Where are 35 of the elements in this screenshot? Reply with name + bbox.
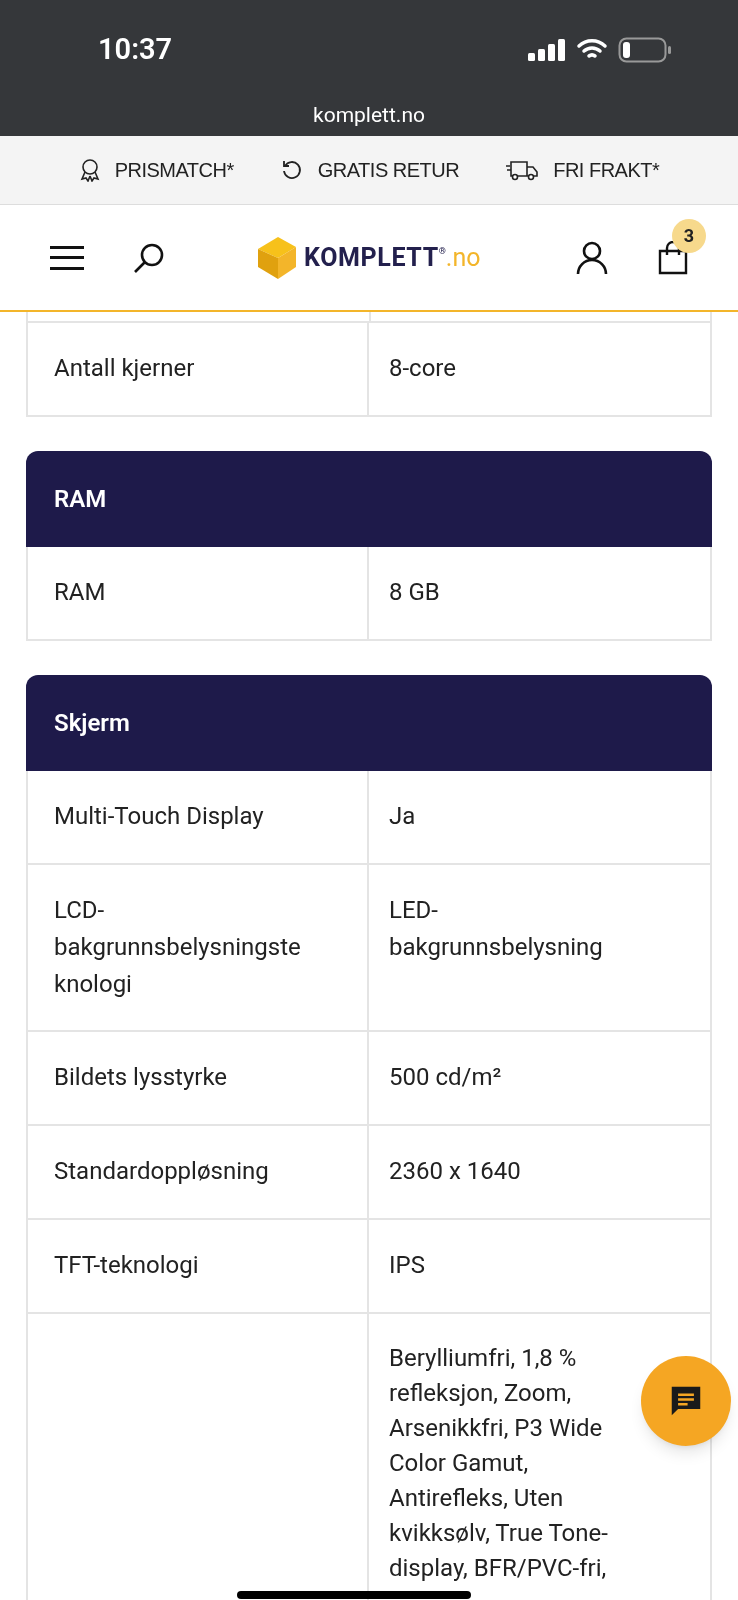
clock: 10:37 bbox=[98, 31, 173, 69]
spec-label: Multi-Touch Display bbox=[54, 801, 265, 832]
section-title: RAM bbox=[54, 484, 107, 515]
promo-label: GRATIS RETUR bbox=[317, 158, 460, 183]
spec-value: IPS bbox=[389, 1250, 426, 1281]
logo-icon bbox=[258, 236, 296, 279]
award-icon bbox=[78, 158, 101, 182]
promo-label: FRI FRAKT* bbox=[553, 158, 660, 183]
spec-value: 2360 x 1640 bbox=[389, 1156, 522, 1187]
spec-label: Antall kjerner bbox=[54, 353, 196, 384]
spec-value: 500 cd/m² bbox=[389, 1062, 503, 1093]
battery-icon bbox=[618, 37, 672, 63]
shopping-bag-icon[interactable] bbox=[658, 240, 688, 275]
user-icon[interactable] bbox=[576, 240, 608, 275]
site-logo[interactable]: KOMPLETT®.no bbox=[258, 236, 481, 279]
menu-icon[interactable] bbox=[50, 245, 84, 270]
logo-text: KOMPLETT bbox=[304, 241, 439, 274]
spec-label: Bildets lysstyrke bbox=[54, 1062, 229, 1093]
promo-label: PRISMATCH* bbox=[114, 158, 234, 183]
spec-value: 8-core bbox=[389, 353, 457, 384]
spec-value: 8 GB bbox=[389, 577, 441, 608]
spec-label: RAM bbox=[54, 577, 107, 608]
logo-suffix: .no bbox=[445, 241, 481, 274]
spec-label: TFT-teknologi bbox=[54, 1250, 200, 1281]
truck-icon bbox=[505, 158, 540, 182]
spec-value: Berylliumfri, 1,8 % refleksjon, Zoom, Arsenikkfri, P3 Wide Color Gamut, Antirefleks, Uten kvikksølv, True Tone-display, BFR/PVC-fri, bbox=[389, 1343, 609, 1584]
spec-label: LCD-bakgrunnsbelysningsteknologi bbox=[54, 895, 302, 1000]
logo-mark: ® bbox=[438, 244, 446, 256]
spec-value: Ja bbox=[389, 801, 417, 832]
signal-icon bbox=[528, 39, 566, 61]
url-text[interactable]: komplett.no bbox=[313, 100, 425, 132]
section-title: Skjerm bbox=[54, 708, 130, 739]
spec-label: Standardoppløsning bbox=[54, 1156, 270, 1187]
cart-count-badge: 3 bbox=[672, 218, 706, 253]
spec-value: LED-bakgrunnsbelysning bbox=[389, 895, 604, 963]
